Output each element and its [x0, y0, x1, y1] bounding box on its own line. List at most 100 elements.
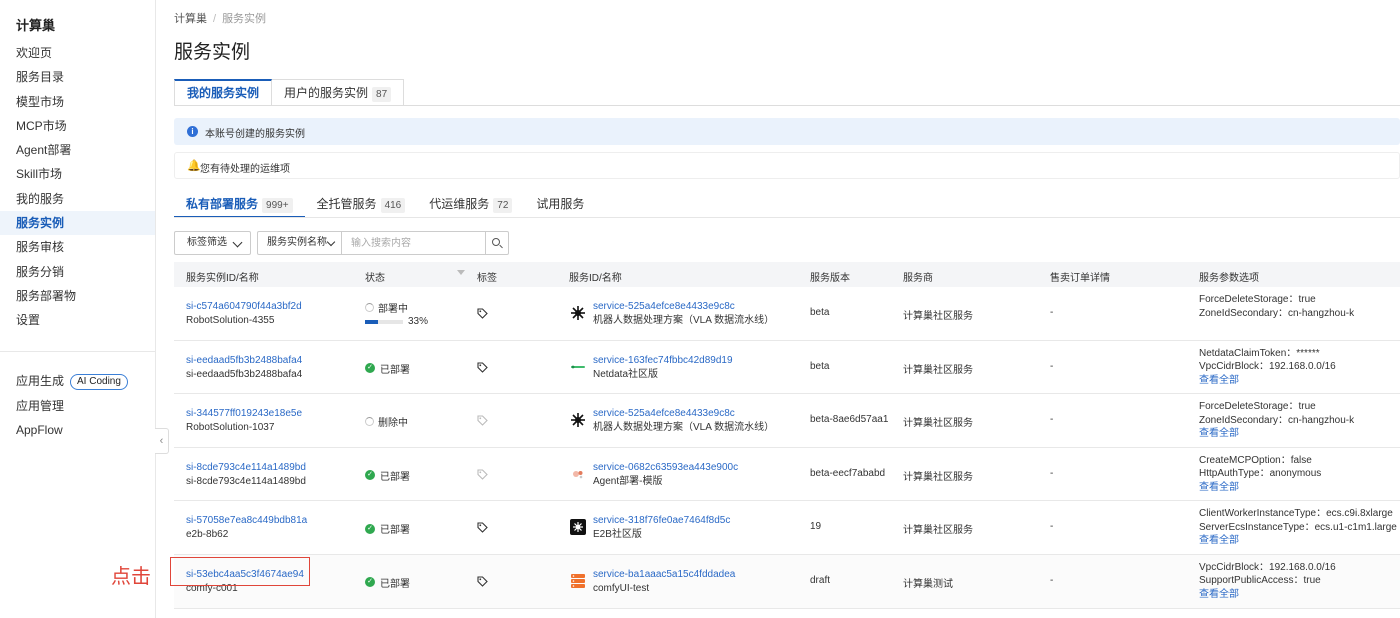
filter-icon[interactable]: [457, 270, 465, 275]
service-name: 机器人数据处理方案（VLA 数据流水线）: [593, 315, 775, 326]
main-content: 计算巢 / 服务实例 服务实例 我的服务实例 用户的服务实例 87 i 本账号创建的服…: [174, 0, 1400, 618]
breadcrumb-root[interactable]: 计算巢: [174, 13, 207, 25]
tab-trial[interactable]: 试用服务: [524, 193, 596, 218]
tab-managed-ops[interactable]: 代运维服务 72: [417, 193, 524, 218]
status-text: 已部署: [380, 364, 410, 376]
status-badge: ✓ 已部署: [365, 575, 410, 590]
service-name: 机器人数据处理方案（VLA 数据流水线）: [593, 422, 775, 434]
sidebar-item-app-generation[interactable]: 应用生成 AI Coding: [0, 369, 155, 394]
sidebar-item-agent-deploy[interactable]: Agent部署: [0, 138, 155, 162]
sidebar-item-skill-market[interactable]: Skill市场: [0, 162, 155, 186]
service-version: beta: [810, 307, 830, 318]
service-cell: service-525a4efce8e4433e9c8c 机器人数据处理方案（V…: [593, 407, 774, 435]
tag-icon[interactable]: [477, 522, 488, 536]
sidebar-item-model-market[interactable]: 模型市场: [0, 90, 155, 114]
tab-label: 试用服务: [536, 197, 585, 211]
status-text: 已部署: [380, 525, 410, 537]
instance-id-link[interactable]: si-8cde793c4e114a1489bd: [186, 461, 306, 475]
service-cell: service-0682c63593ea443e900c Agent部署-模版: [593, 461, 738, 489]
tab-fully-managed[interactable]: 全托管服务 416: [305, 193, 418, 218]
service-id-link[interactable]: service-0682c63593ea443e900c: [593, 461, 738, 475]
col-header-instance: 服务实例ID/名称: [186, 273, 259, 284]
tag-icon[interactable]: [477, 308, 488, 322]
view-all-link[interactable]: 查看全部: [1199, 481, 1321, 495]
search-field-select[interactable]: 服务实例名称: [258, 232, 342, 254]
param-line: ZoneIdSecondary：cn-hangzhou-k: [1199, 307, 1355, 319]
service-name: comfyUI-test: [593, 582, 650, 594]
sidebar-item-appflow[interactable]: AppFlow: [0, 418, 155, 443]
tab-my-instances[interactable]: 我的服务实例: [174, 79, 273, 106]
service-id-link[interactable]: service-525a4efce8e4433e9c8c: [593, 407, 774, 421]
search-input[interactable]: [342, 232, 485, 254]
agent-icon: [570, 466, 586, 482]
check-circle-icon: ✓: [365, 470, 375, 481]
col-header-status: 状态: [365, 273, 385, 284]
loading-spinner-icon: [365, 303, 374, 312]
sidebar-secondary-nav: 应用生成 AI Coding 应用管理 AppFlow: [0, 369, 155, 443]
sidebar-item-app-management[interactable]: 应用管理: [0, 394, 155, 419]
instance-name: RobotSolution-1037: [186, 422, 275, 434]
sidebar-item-service-artifacts[interactable]: 服务部署物: [0, 284, 155, 308]
sidebar-item-service-distribution[interactable]: 服务分销: [0, 260, 155, 284]
sidebar-item-settings[interactable]: 设置: [0, 308, 155, 332]
param-line: HttpAuthType：anonymous: [1199, 468, 1322, 480]
param-line: NetdataClaimToken：******: [1199, 347, 1320, 359]
col-header-order: 售卖订单详情: [1050, 273, 1110, 284]
params-cell: CreateMCPOption：false HttpAuthType：anony…: [1199, 454, 1321, 495]
service-cell: service-ba1aaac5a15c4fddadea comfyUI-tes…: [593, 568, 735, 596]
view-all-link[interactable]: 查看全部: [1199, 427, 1354, 441]
info-banner-text: 本账号创建的服务实例: [205, 129, 305, 140]
instance-id-link[interactable]: si-57058e7ea8c449bdb81a: [186, 514, 307, 528]
click-annotation-box: [170, 557, 310, 586]
status-badge: ✓ 已部署: [365, 468, 410, 483]
service-vendor: 计算巢社区服务: [903, 364, 973, 376]
service-id-link[interactable]: service-318f76fe0ae7464f8d5c: [593, 514, 730, 528]
service-version: beta-eecf7ababd: [810, 467, 886, 479]
bell-icon: 🔔: [187, 160, 201, 172]
sidebar-collapse-button[interactable]: ‹: [155, 428, 169, 454]
tab-label: 我的服务实例: [187, 86, 260, 100]
instance-id-link[interactable]: si-344577ff019243e18e5e: [186, 407, 302, 421]
param-line: ClientWorkerInstanceType：ecs.c9i.8xlarge: [1199, 508, 1393, 520]
instance-cell: si-344577ff019243e18e5e RobotSolution-10…: [186, 407, 302, 435]
sidebar-item-service-catalog[interactable]: 服务目录: [0, 65, 155, 89]
sidebar-item-mcp-market[interactable]: MCP市场: [0, 114, 155, 138]
order-detail: -: [1050, 521, 1054, 533]
service-id-link[interactable]: service-ba1aaac5a15c4fddadea: [593, 568, 735, 582]
ops-alert-banner[interactable]: 🔔 您有待处理的运维项: [174, 152, 1400, 179]
instance-name: RobotSolution-4355: [186, 315, 275, 326]
tag-icon[interactable]: [477, 362, 488, 376]
params-cell: ClientWorkerInstanceType：ecs.c9i.8xlarge…: [1199, 507, 1397, 548]
col-header-vendor: 服务商: [903, 273, 933, 284]
check-circle-icon: ✓: [365, 363, 375, 374]
instance-id-link[interactable]: si-c574a604790f44a3bf2d: [186, 300, 302, 314]
sidebar-item-welcome[interactable]: 欢迎页: [0, 41, 155, 65]
service-id-link[interactable]: service-163fec74fbbc42d89d19: [593, 354, 733, 368]
instance-id-link[interactable]: si-eedaad5fb3b2488bafa4: [186, 354, 302, 368]
tab-user-instances[interactable]: 用户的服务实例 87: [272, 79, 405, 106]
tabs-divider: [174, 105, 1400, 106]
view-all-link[interactable]: 查看全部: [1199, 588, 1336, 602]
service-cell: service-318f76fe0ae7464f8d5c E2B社区版: [593, 514, 730, 542]
info-banner: i 本账号创建的服务实例: [174, 118, 1400, 145]
sidebar-item-my-services[interactable]: 我的服务: [0, 187, 155, 211]
tag-filter-dropdown[interactable]: 标签筛选: [174, 231, 251, 255]
table-row: si-c574a604790f44a3bf2d RobotSolution-43…: [174, 287, 1400, 341]
tag-icon[interactable]: [477, 576, 488, 590]
tab-count-badge: 72: [493, 198, 513, 213]
instance-cell: si-c574a604790f44a3bf2d RobotSolution-43…: [186, 300, 302, 328]
breadcrumb-current: 服务实例: [222, 13, 267, 25]
sidebar-item-service-review[interactable]: 服务审核: [0, 235, 155, 259]
status-text: 删除中: [378, 418, 408, 430]
view-all-link[interactable]: 查看全部: [1199, 534, 1397, 548]
click-annotation-label: 点击: [111, 566, 151, 588]
service-id-link[interactable]: service-525a4efce8e4433e9c8c: [593, 300, 774, 314]
tab-private-deploy[interactable]: 私有部署服务 999+: [174, 193, 305, 218]
progress-text: 33%: [408, 316, 429, 327]
sidebar-item-service-instances[interactable]: 服务实例: [0, 211, 155, 236]
search-button[interactable]: [485, 232, 508, 254]
tab-count-badge: 416: [380, 198, 406, 213]
status-badge: ✓ 已部署: [365, 521, 410, 536]
view-all-link[interactable]: 查看全部: [1199, 374, 1336, 388]
search-icon-handle: [499, 244, 503, 249]
